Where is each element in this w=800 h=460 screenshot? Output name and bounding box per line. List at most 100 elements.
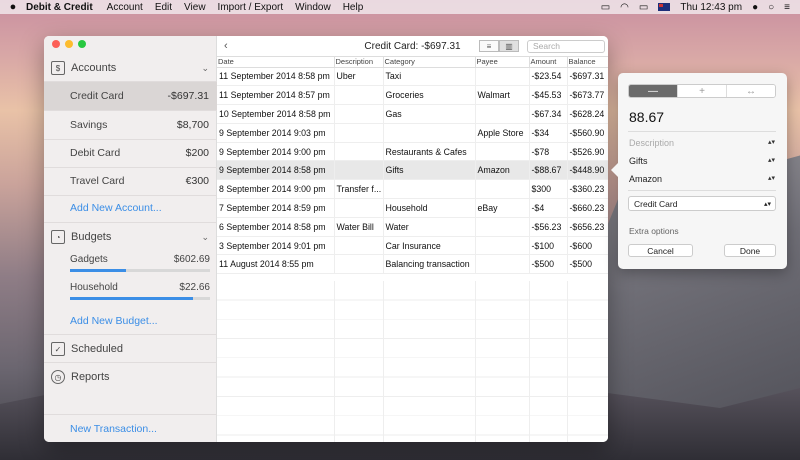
payee-field[interactable]: Amazon ▴▾ bbox=[629, 174, 775, 184]
income-segment[interactable]: + bbox=[678, 85, 727, 97]
table-row[interactable]: 7 September 2014 8:59 pm Household eBay -$4… bbox=[217, 198, 608, 218]
cell-date: 10 September 2014 8:58 pm bbox=[217, 104, 335, 124]
cell-balance: -$673.77 bbox=[567, 85, 608, 106]
cell-description bbox=[334, 123, 384, 143]
cell-category bbox=[383, 179, 476, 200]
column-header-description[interactable]: Description bbox=[334, 57, 384, 68]
new-transaction-link[interactable]: New Transaction... bbox=[70, 423, 157, 435]
budget-item-gadgets[interactable]: Gadgets $602.69 bbox=[70, 254, 210, 272]
budget-item-household[interactable]: Household $22.66 bbox=[70, 282, 210, 300]
cell-payee bbox=[475, 254, 530, 275]
cell-amount: -$100 bbox=[529, 236, 568, 256]
wifi-icon[interactable]: ◠ bbox=[620, 2, 629, 13]
user-icon[interactable]: ● bbox=[752, 2, 758, 13]
edit-transaction-popover: — + ↔ 88.67 Description ▴▾ Gifts ▴▾ Amaz… bbox=[611, 73, 787, 269]
search-input[interactable]: Search bbox=[527, 40, 605, 53]
sidebar-item-credit-card[interactable]: Credit Card -$697.31 bbox=[44, 82, 217, 110]
main-window: $ Accounts ⌄ Credit Card -$697.31 Saving… bbox=[44, 36, 608, 442]
chevron-down-icon[interactable]: ⌄ bbox=[201, 232, 209, 243]
airplay-icon[interactable]: ▭ bbox=[601, 2, 610, 13]
table-row[interactable]: 3 September 2014 9:01 pm Car Insurance -$1… bbox=[217, 236, 608, 256]
column-header-category[interactable]: Category bbox=[383, 57, 476, 68]
sidebar-item-travel-card[interactable]: Travel Card €300 bbox=[44, 167, 217, 195]
cell-payee bbox=[475, 179, 530, 200]
table-row[interactable]: 8 September 2014 9:00 pm Transfer f... $30… bbox=[217, 179, 608, 200]
cancel-button[interactable]: Cancel bbox=[628, 244, 693, 257]
cell-balance: -$448.90 bbox=[567, 160, 608, 181]
zoom-window-button[interactable] bbox=[78, 40, 86, 48]
table-row[interactable]: 10 September 2014 8:58 pm Gas -$67.34 -$628… bbox=[217, 104, 608, 124]
add-budget-link[interactable]: Add New Budget... bbox=[70, 315, 158, 327]
expense-segment[interactable]: — bbox=[629, 85, 678, 97]
sidebar-item-savings[interactable]: Savings $8,700 bbox=[44, 111, 217, 139]
transaction-type-toggle: — + ↔ bbox=[628, 84, 776, 98]
cell-payee: Walmart bbox=[475, 85, 530, 106]
table-row[interactable]: 9 September 2014 8:58 pm Gifts Amazon -$88.… bbox=[217, 160, 608, 181]
cell-balance: -$560.90 bbox=[567, 123, 608, 143]
account-select[interactable]: Credit Card ▴▾ bbox=[628, 196, 776, 211]
column-view-icon[interactable]: ▥ bbox=[499, 40, 519, 52]
cell-amount: -$45.53 bbox=[529, 85, 568, 106]
done-button[interactable]: Done bbox=[724, 244, 776, 257]
table-row[interactable]: 11 August 2014 8:55 pm Balancing transact… bbox=[217, 254, 608, 275]
cell-description bbox=[334, 236, 384, 256]
window-controls bbox=[52, 40, 86, 48]
sidebar-section-budgets[interactable]: ◔ Budgets ⌄ bbox=[44, 223, 217, 251]
add-account-link[interactable]: Add New Account... bbox=[70, 202, 162, 214]
sidebar-section-scheduled[interactable]: ✓ Scheduled bbox=[44, 335, 217, 363]
app-menu[interactable]: Debit & Credit bbox=[26, 2, 93, 13]
sidebar-section-accounts[interactable]: $ Accounts ⌄ bbox=[44, 54, 217, 82]
table-row[interactable]: 11 September 2014 8:58 pm Uber Taxi -$23.54… bbox=[217, 67, 608, 87]
description-placeholder: Description bbox=[629, 138, 675, 148]
budget-remaining: $22.66 bbox=[179, 282, 210, 293]
column-header-date[interactable]: Date bbox=[217, 57, 335, 68]
close-window-button[interactable] bbox=[52, 40, 60, 48]
column-header-balance[interactable]: Balance bbox=[567, 57, 608, 68]
minimize-window-button[interactable] bbox=[65, 40, 73, 48]
apple-menu-icon[interactable]: ● bbox=[0, 1, 26, 13]
list-view-icon[interactable]: ≡ bbox=[479, 40, 499, 52]
spotlight-search-icon[interactable]: ○ bbox=[768, 2, 774, 13]
table-row[interactable]: 6 September 2014 8:58 pm Water Bill Water -… bbox=[217, 217, 608, 237]
account-select-value: Credit Card bbox=[634, 198, 678, 209]
menu-view[interactable]: View bbox=[184, 2, 206, 13]
table-row[interactable]: 11 September 2014 8:57 pm Groceries Walmar… bbox=[217, 85, 608, 106]
cell-description bbox=[334, 142, 384, 162]
sidebar-item-debit-card[interactable]: Debit Card $200 bbox=[44, 139, 217, 167]
description-field[interactable]: Description ▴▾ bbox=[629, 138, 775, 148]
transfer-segment[interactable]: ↔ bbox=[727, 85, 775, 97]
budget-progress-fill bbox=[70, 297, 194, 300]
category-field[interactable]: Gifts ▴▾ bbox=[629, 156, 775, 166]
table-row[interactable]: 9 September 2014 9:03 pm Apple Store -$34-… bbox=[217, 123, 608, 143]
cell-description bbox=[334, 160, 384, 181]
sidebar: $ Accounts ⌄ Credit Card -$697.31 Saving… bbox=[44, 36, 217, 442]
extra-options-link[interactable]: Extra options bbox=[629, 226, 679, 236]
cell-category: Household bbox=[383, 198, 476, 218]
menu-bar: ● Debit & Credit Account Edit View Impor… bbox=[0, 0, 800, 14]
cell-description bbox=[334, 198, 384, 218]
cell-payee: eBay bbox=[475, 198, 530, 218]
column-header-amount[interactable]: Amount bbox=[529, 57, 568, 68]
cell-description: Water Bill bbox=[334, 217, 384, 237]
amount-field[interactable]: 88.67 bbox=[629, 109, 664, 125]
budget-name: Household bbox=[70, 282, 118, 293]
battery-icon[interactable]: ▭ bbox=[639, 2, 648, 13]
chevron-down-icon[interactable]: ⌄ bbox=[201, 63, 209, 74]
menu-help[interactable]: Help bbox=[343, 2, 364, 13]
input-source-flag-icon[interactable] bbox=[658, 3, 671, 11]
accounts-icon: $ bbox=[51, 61, 65, 75]
menu-import-export[interactable]: Import / Export bbox=[218, 2, 284, 13]
back-chevron-icon[interactable]: ‹ bbox=[224, 40, 228, 52]
table-row[interactable]: 9 September 2014 9:00 pm Restaurants & Ca… bbox=[217, 142, 608, 162]
menu-window[interactable]: Window bbox=[295, 2, 331, 13]
cell-payee bbox=[475, 67, 530, 87]
sidebar-section-reports[interactable]: ◷ Reports bbox=[44, 363, 217, 391]
notification-center-icon[interactable]: ≡ bbox=[784, 2, 790, 13]
account-name: Savings bbox=[70, 119, 108, 131]
account-balance: €300 bbox=[185, 175, 209, 187]
column-header-payee[interactable]: Payee bbox=[475, 57, 530, 68]
clock[interactable]: Thu 12:43 pm bbox=[680, 2, 742, 13]
menu-account[interactable]: Account bbox=[107, 2, 143, 13]
up-down-arrows-icon: ▴▾ bbox=[763, 200, 771, 208]
menu-edit[interactable]: Edit bbox=[155, 2, 172, 13]
